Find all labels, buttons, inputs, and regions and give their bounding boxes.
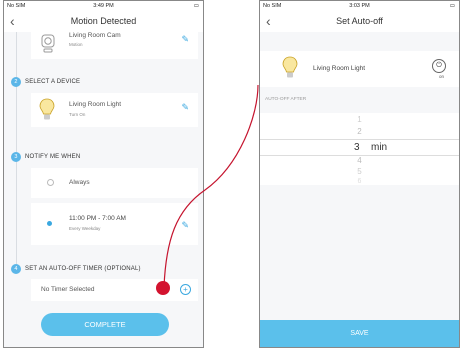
- connector-line: [163, 84, 259, 288]
- flow-connector: [156, 84, 259, 295]
- connector-dot: [156, 281, 170, 295]
